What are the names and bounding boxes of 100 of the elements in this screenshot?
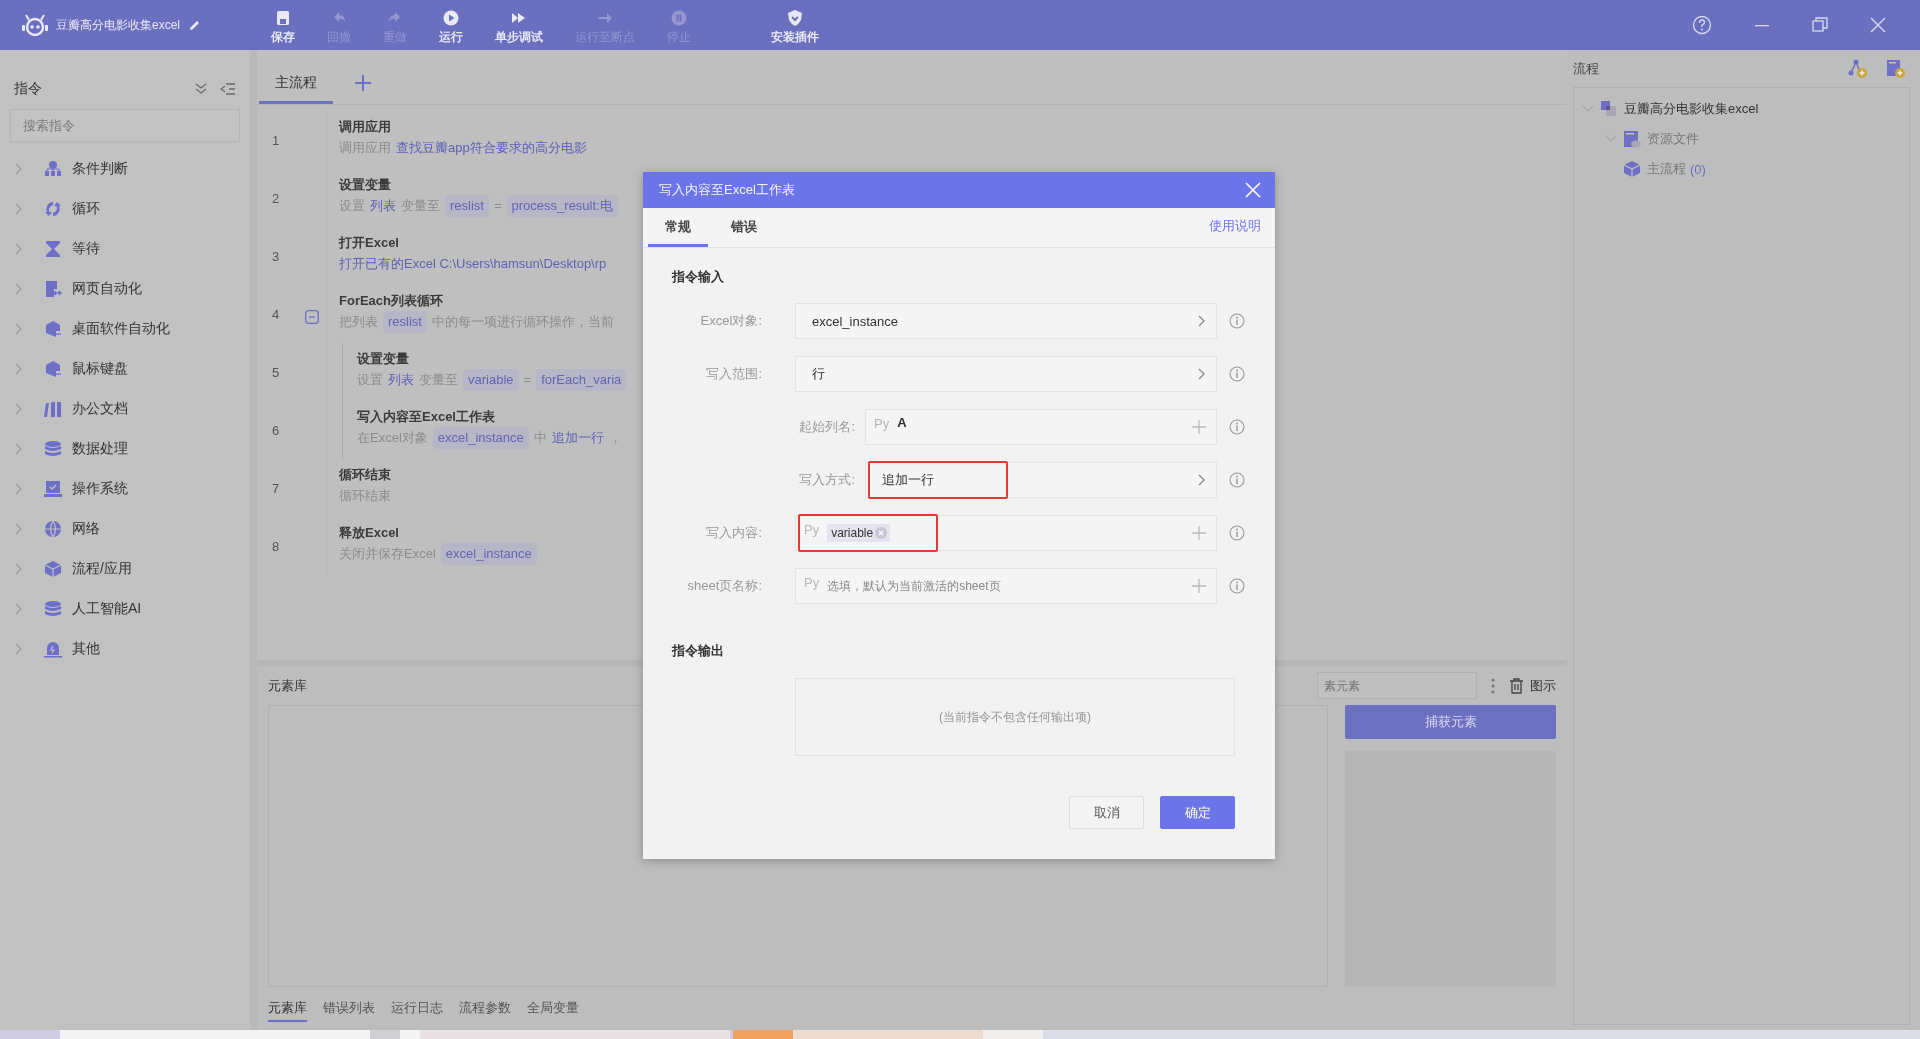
confirm-button[interactable]: 确定 — [1160, 796, 1235, 829]
file-cloud-icon — [1623, 130, 1641, 148]
select-field[interactable]: excel_instance — [795, 303, 1217, 339]
variable-tag: reslist — [383, 311, 427, 333]
database-icon — [44, 600, 62, 618]
robot-logo-icon — [22, 14, 48, 36]
line-number: 6 — [271, 422, 281, 438]
play-icon — [442, 8, 460, 27]
empty-message: (当前指令不包含任何输出项) — [939, 708, 1091, 726]
bottom-tab[interactable]: 全局变量 — [527, 999, 579, 1022]
search-field[interactable]: 搜索指令 — [10, 109, 240, 142]
copy-squares-icon — [1600, 100, 1618, 118]
input-field[interactable]: Py variable — [795, 515, 1217, 551]
restore-icon[interactable] — [1812, 17, 1828, 33]
help-link[interactable]: 使用说明 — [1209, 217, 1261, 247]
bottom-tab[interactable]: 元素库 — [268, 999, 307, 1022]
toolbar-button[interactable]: 安装插件 — [755, 4, 835, 46]
line-number: 1 — [271, 132, 281, 148]
save-icon — [274, 8, 292, 27]
pencil-icon[interactable] — [188, 18, 201, 32]
step-title: 设置变量 — [357, 350, 410, 368]
cancel-button[interactable]: 取消 — [1069, 796, 1144, 829]
command-category[interactable]: 人工智能AI — [10, 589, 240, 629]
step-title: 打开Excel — [339, 234, 400, 252]
collapse-icon[interactable] — [304, 310, 319, 324]
command-category[interactable]: 办公文档 — [10, 389, 240, 429]
cube-icon — [1623, 160, 1641, 178]
toolbar-button[interactable]: 单步调试 — [479, 4, 559, 46]
toolbar-button[interactable]: 保存 — [255, 4, 311, 46]
field-label: 写入方式: — [798, 471, 856, 489]
select-field[interactable]: 追加一行 — [865, 462, 1217, 498]
variable-tag: forEach_varia — [536, 369, 627, 391]
cube-arrows-icon — [44, 320, 62, 338]
step-title: 调用应用 — [339, 118, 392, 136]
info-icon[interactable] — [1229, 578, 1245, 594]
variable-tag: excel_instance — [440, 543, 537, 565]
field-label: sheet页名称: — [686, 577, 763, 595]
info-icon[interactable] — [1229, 419, 1245, 435]
cube-arrows-icon — [44, 360, 62, 378]
command-category[interactable]: 等待 — [10, 229, 240, 269]
add-flow-icon[interactable] — [1848, 58, 1868, 79]
close-icon[interactable] — [1870, 17, 1886, 33]
command-category[interactable]: 鼠标键盘 — [10, 349, 240, 389]
variable-tag: excel_instance — [432, 427, 529, 449]
step-title: ForEach列表循环 — [339, 292, 444, 310]
input-field[interactable]: Py A — [865, 409, 1217, 445]
remove-icon[interactable] — [875, 527, 888, 539]
command-category[interactable]: 桌面软件自动化 — [10, 309, 240, 349]
dialog-tab[interactable]: 错误 — [714, 218, 774, 247]
command-category[interactable]: 操作系统 — [10, 469, 240, 509]
browser-window-icon — [44, 280, 62, 298]
plus-icon[interactable] — [1192, 526, 1206, 540]
command-category[interactable]: 流程/应用 — [10, 549, 240, 589]
command-category[interactable]: 循环 — [10, 189, 240, 229]
info-icon[interactable] — [1229, 313, 1245, 329]
stop-icon — [670, 8, 688, 27]
line-number: 8 — [271, 538, 281, 554]
dialog-tab[interactable]: 常规 — [648, 218, 708, 247]
plus-icon[interactable] — [1192, 579, 1206, 593]
hourglass-icon — [44, 240, 62, 258]
command-category[interactable]: 数据处理 — [10, 429, 240, 469]
info-icon[interactable] — [1229, 366, 1245, 382]
double-chevron-icon[interactable] — [194, 82, 208, 96]
variable-tag: process_result:电 — [506, 195, 618, 217]
tree-item[interactable]: 豆瓣高分电影收集excel — [1574, 94, 1909, 124]
chevron-right-icon — [1198, 315, 1206, 327]
info-icon[interactable] — [1229, 472, 1245, 488]
command-category[interactable]: 条件判断 — [10, 149, 240, 189]
step-title: 写入内容至Excel工作表 — [357, 408, 496, 426]
command-category[interactable]: 其他 — [10, 629, 240, 669]
search-field[interactable]: 素元素 — [1317, 672, 1477, 699]
info-icon[interactable] — [1229, 525, 1245, 541]
plus-icon[interactable] — [1192, 420, 1206, 434]
panel-title: 流程 — [1573, 59, 1599, 78]
command-category[interactable]: 网页自动化 — [10, 269, 240, 309]
field-label: 起始列名: — [798, 418, 856, 436]
step-card[interactable]: 打开Excel 打开已有的Excel C:\Users\hamsun\Desktop\rp — [326, 227, 619, 285]
plus-icon[interactable] — [355, 75, 371, 91]
step-title: 循环结束 — [339, 466, 391, 484]
field-label: 写入范围: — [705, 365, 763, 383]
toolbar-button[interactable]: 运行 — [423, 4, 479, 46]
bottom-tab[interactable]: 运行日志 — [391, 999, 443, 1022]
legend-button[interactable]: 图示 — [1509, 676, 1556, 695]
collapse-list-icon[interactable] — [220, 82, 236, 96]
bottom-tab[interactable]: 错误列表 — [323, 999, 375, 1022]
command-category[interactable]: 网络 — [10, 509, 240, 549]
hierarchy-icon — [44, 160, 62, 178]
panel-title: 指令 — [14, 80, 42, 98]
globe-icon — [44, 520, 62, 538]
step-description: = — [493, 197, 502, 215]
bottom-tab[interactable]: 流程参数 — [459, 999, 511, 1022]
chevron-right-icon — [1198, 474, 1206, 486]
capture-button[interactable]: 捕获元素 — [1345, 705, 1556, 739]
more-icon[interactable] — [1491, 677, 1495, 694]
input-field[interactable]: Py 选填，默认为当前激活的sheet页 — [795, 568, 1217, 604]
add-file-icon[interactable] — [1886, 58, 1906, 79]
select-field[interactable]: 行 — [795, 356, 1217, 392]
help-icon[interactable] — [1692, 15, 1712, 35]
cube-icon — [44, 560, 62, 578]
section-title: 指令输出 — [672, 642, 725, 660]
